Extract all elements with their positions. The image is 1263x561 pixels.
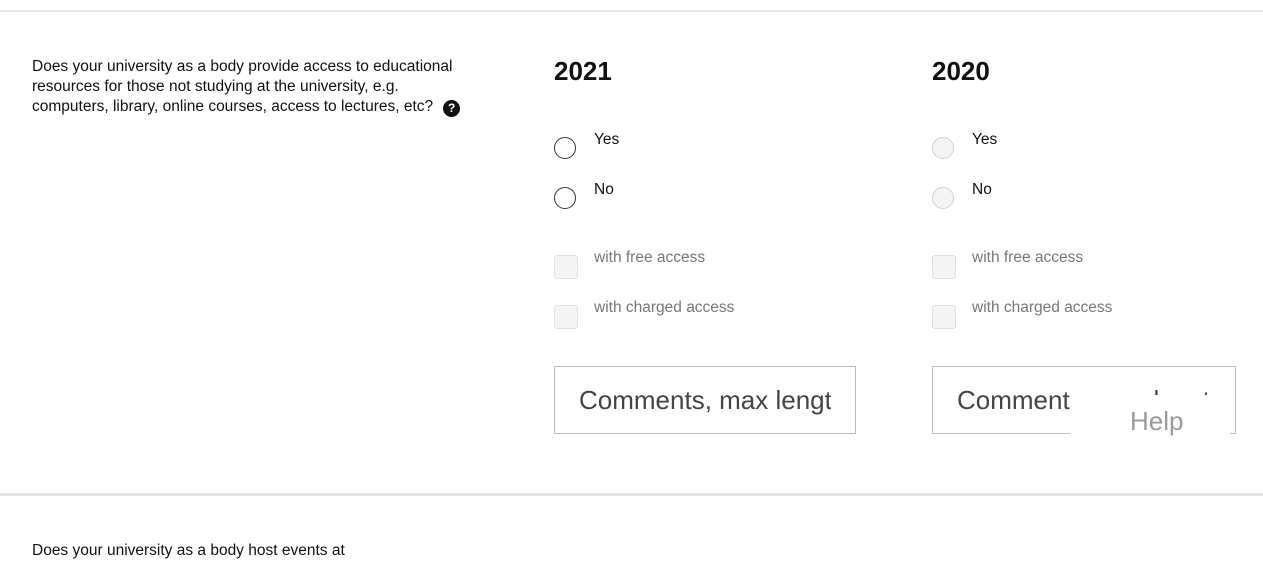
checkbox-free-access-2021 (554, 255, 578, 279)
checkbox-charged-access-label: with charged access (972, 299, 1113, 316)
checkbox-charged-access-2020 (932, 305, 956, 329)
radio-no-label: No (972, 181, 992, 198)
checkbox-charged-access-2021 (554, 305, 578, 329)
radio-yes-label: Yes (972, 131, 998, 148)
checkbox-charged-access-label: with charged access (594, 299, 735, 316)
question-1-label: Does your university as a body provide a… (32, 58, 453, 115)
radio-yes-2021[interactable] (554, 137, 576, 159)
section-divider (0, 493, 1263, 496)
question-2-text: Does your university as a body host even… (32, 542, 345, 559)
question-1-text: Does your university as a body provide a… (32, 57, 472, 117)
radio-no-2021[interactable] (554, 187, 576, 209)
comments-field-2021[interactable] (554, 366, 856, 434)
radio-no-label: No (594, 181, 614, 198)
question-circle-icon[interactable]: ? (443, 100, 461, 117)
radio-yes-2020 (932, 137, 954, 159)
checkbox-free-access-2020 (932, 255, 956, 279)
radio-yes-label: Yes (594, 131, 620, 148)
radio-no-2020 (932, 187, 954, 209)
checkbox-free-access-label: with free access (594, 249, 706, 266)
year-heading-2021: 2021 (554, 56, 612, 86)
section-top-divider (0, 10, 1263, 12)
checkbox-free-access-label: with free access (972, 249, 1084, 266)
help-tab[interactable]: Help (1070, 395, 1230, 445)
year-heading-2020: 2020 (932, 56, 990, 86)
